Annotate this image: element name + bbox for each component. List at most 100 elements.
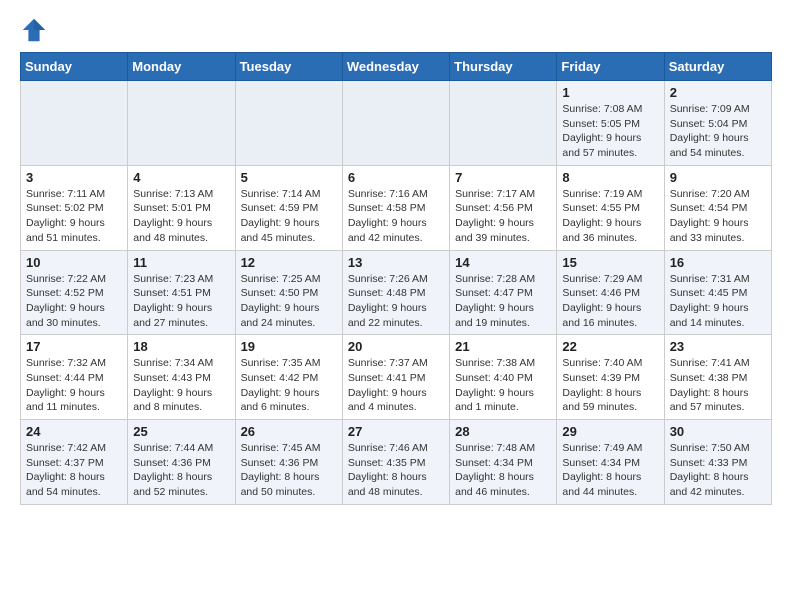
calendar-cell: 1Sunrise: 7:08 AM Sunset: 5:05 PM Daylig… [557,81,664,166]
day-info: Sunrise: 7:16 AM Sunset: 4:58 PM Dayligh… [348,187,444,246]
day-info: Sunrise: 7:26 AM Sunset: 4:48 PM Dayligh… [348,272,444,331]
calendar-cell: 23Sunrise: 7:41 AM Sunset: 4:38 PM Dayli… [664,335,771,420]
day-info: Sunrise: 7:41 AM Sunset: 4:38 PM Dayligh… [670,356,766,415]
weekday-tuesday: Tuesday [235,53,342,81]
day-info: Sunrise: 7:40 AM Sunset: 4:39 PM Dayligh… [562,356,658,415]
weekday-saturday: Saturday [664,53,771,81]
logo-icon [20,16,48,44]
day-info: Sunrise: 7:08 AM Sunset: 5:05 PM Dayligh… [562,102,658,161]
calendar-cell: 14 Sunrise: 7:28 AM Sunset: 4:47 PM Dayli… [450,250,557,335]
calendar-row-1: 3Sunrise: 7:11 AM Sunset: 5:02 PM Daylig… [21,165,772,250]
day-info: Sunrise: 7:49 AM Sunset: 4:34 PM Dayligh… [562,441,658,500]
calendar-row-4: 24 Sunrise: 7:42 AM Sunset: 4:37 PM Dayli… [21,420,772,505]
weekday-wednesday: Wednesday [342,53,449,81]
calendar-cell: 22 Sunrise: 7:40 AM Sunset: 4:39 PM Dayli… [557,335,664,420]
day-number: 17 [26,339,122,354]
calendar-cell: 29 Sunrise: 7:49 AM Sunset: 4:34 PM Dayli… [557,420,664,505]
calendar-page: SundayMondayTuesdayWednesdayThursdayFrid… [0,0,792,521]
calendar-cell: 26Sunrise: 7:45 AM Sunset: 4:36 PM Dayli… [235,420,342,505]
calendar-cell: 2 Sunrise: 7:09 AM Sunset: 5:04 PM Daylig… [664,81,771,166]
day-number: 19 [241,339,337,354]
calendar-cell: 10 Sunrise: 7:22 AM Sunset: 4:52 PM Dayli… [21,250,128,335]
day-info: Sunrise: 7:25 AM Sunset: 4:50 PM Dayligh… [241,272,337,331]
calendar-cell: 3Sunrise: 7:11 AM Sunset: 5:02 PM Daylig… [21,165,128,250]
day-info: Sunrise: 7:37 AM Sunset: 4:41 PM Dayligh… [348,356,444,415]
calendar-cell [235,81,342,166]
day-info: Sunrise: 7:32 AM Sunset: 4:44 PM Dayligh… [26,356,122,415]
calendar-cell: 11 Sunrise: 7:23 AM Sunset: 4:51 PM Dayli… [128,250,235,335]
day-number: 9 [670,170,766,185]
header [20,16,772,44]
day-number: 30 [670,424,766,439]
calendar-cell [21,81,128,166]
day-number: 7 [455,170,551,185]
calendar-cell [128,81,235,166]
day-number: 11 [133,255,229,270]
day-number: 10 [26,255,122,270]
calendar-cell: 18 Sunrise: 7:34 AM Sunset: 4:43 PM Dayli… [128,335,235,420]
calendar-row-3: 17 Sunrise: 7:32 AM Sunset: 4:44 PM Dayli… [21,335,772,420]
calendar-row-0: 1Sunrise: 7:08 AM Sunset: 5:05 PM Daylig… [21,81,772,166]
calendar-cell [342,81,449,166]
weekday-monday: Monday [128,53,235,81]
day-number: 18 [133,339,229,354]
calendar-cell: 20 Sunrise: 7:37 AM Sunset: 4:41 PM Dayli… [342,335,449,420]
calendar-table: SundayMondayTuesdayWednesdayThursdayFrid… [20,52,772,505]
calendar-cell: 4 Sunrise: 7:13 AM Sunset: 5:01 PM Daylig… [128,165,235,250]
day-info: Sunrise: 7:28 AM Sunset: 4:47 PM Dayligh… [455,272,551,331]
calendar-cell: 8 Sunrise: 7:19 AM Sunset: 4:55 PM Daylig… [557,165,664,250]
day-info: Sunrise: 7:17 AM Sunset: 4:56 PM Dayligh… [455,187,551,246]
calendar-cell: 6Sunrise: 7:16 AM Sunset: 4:58 PM Daylig… [342,165,449,250]
day-number: 15 [562,255,658,270]
calendar-cell [450,81,557,166]
day-info: Sunrise: 7:09 AM Sunset: 5:04 PM Dayligh… [670,102,766,161]
calendar-cell: 25Sunrise: 7:44 AM Sunset: 4:36 PM Dayli… [128,420,235,505]
calendar-cell: 17 Sunrise: 7:32 AM Sunset: 4:44 PM Dayli… [21,335,128,420]
calendar-cell: 16 Sunrise: 7:31 AM Sunset: 4:45 PM Dayli… [664,250,771,335]
weekday-friday: Friday [557,53,664,81]
day-info: Sunrise: 7:42 AM Sunset: 4:37 PM Dayligh… [26,441,122,500]
day-info: Sunrise: 7:29 AM Sunset: 4:46 PM Dayligh… [562,272,658,331]
calendar-cell: 9Sunrise: 7:20 AM Sunset: 4:54 PM Daylig… [664,165,771,250]
day-number: 14 [455,255,551,270]
day-number: 28 [455,424,551,439]
calendar-cell: 28 Sunrise: 7:48 AM Sunset: 4:34 PM Dayli… [450,420,557,505]
day-info: Sunrise: 7:45 AM Sunset: 4:36 PM Dayligh… [241,441,337,500]
weekday-thursday: Thursday [450,53,557,81]
calendar-cell: 30Sunrise: 7:50 AM Sunset: 4:33 PM Dayli… [664,420,771,505]
day-info: Sunrise: 7:19 AM Sunset: 4:55 PM Dayligh… [562,187,658,246]
day-info: Sunrise: 7:46 AM Sunset: 4:35 PM Dayligh… [348,441,444,500]
day-number: 29 [562,424,658,439]
day-number: 12 [241,255,337,270]
calendar-cell: 24 Sunrise: 7:42 AM Sunset: 4:37 PM Dayli… [21,420,128,505]
calendar-cell: 13 Sunrise: 7:26 AM Sunset: 4:48 PM Dayli… [342,250,449,335]
day-number: 3 [26,170,122,185]
weekday-header-row: SundayMondayTuesdayWednesdayThursdayFrid… [21,53,772,81]
calendar-cell: 12 Sunrise: 7:25 AM Sunset: 4:50 PM Dayli… [235,250,342,335]
calendar-cell: 21 Sunrise: 7:38 AM Sunset: 4:40 PM Dayli… [450,335,557,420]
day-number: 8 [562,170,658,185]
day-number: 21 [455,339,551,354]
day-info: Sunrise: 7:34 AM Sunset: 4:43 PM Dayligh… [133,356,229,415]
weekday-sunday: Sunday [21,53,128,81]
day-number: 2 [670,85,766,100]
calendar-cell: 15 Sunrise: 7:29 AM Sunset: 4:46 PM Dayli… [557,250,664,335]
day-info: Sunrise: 7:14 AM Sunset: 4:59 PM Dayligh… [241,187,337,246]
day-info: Sunrise: 7:23 AM Sunset: 4:51 PM Dayligh… [133,272,229,331]
calendar-cell: 19 Sunrise: 7:35 AM Sunset: 4:42 PM Dayli… [235,335,342,420]
calendar-cell: 27Sunrise: 7:46 AM Sunset: 4:35 PM Dayli… [342,420,449,505]
calendar-cell: 7 Sunrise: 7:17 AM Sunset: 4:56 PM Daylig… [450,165,557,250]
day-number: 22 [562,339,658,354]
day-number: 13 [348,255,444,270]
day-info: Sunrise: 7:13 AM Sunset: 5:01 PM Dayligh… [133,187,229,246]
day-info: Sunrise: 7:44 AM Sunset: 4:36 PM Dayligh… [133,441,229,500]
day-number: 4 [133,170,229,185]
day-number: 16 [670,255,766,270]
day-info: Sunrise: 7:48 AM Sunset: 4:34 PM Dayligh… [455,441,551,500]
day-number: 24 [26,424,122,439]
day-info: Sunrise: 7:22 AM Sunset: 4:52 PM Dayligh… [26,272,122,331]
day-number: 20 [348,339,444,354]
day-info: Sunrise: 7:38 AM Sunset: 4:40 PM Dayligh… [455,356,551,415]
day-info: Sunrise: 7:31 AM Sunset: 4:45 PM Dayligh… [670,272,766,331]
day-info: Sunrise: 7:35 AM Sunset: 4:42 PM Dayligh… [241,356,337,415]
